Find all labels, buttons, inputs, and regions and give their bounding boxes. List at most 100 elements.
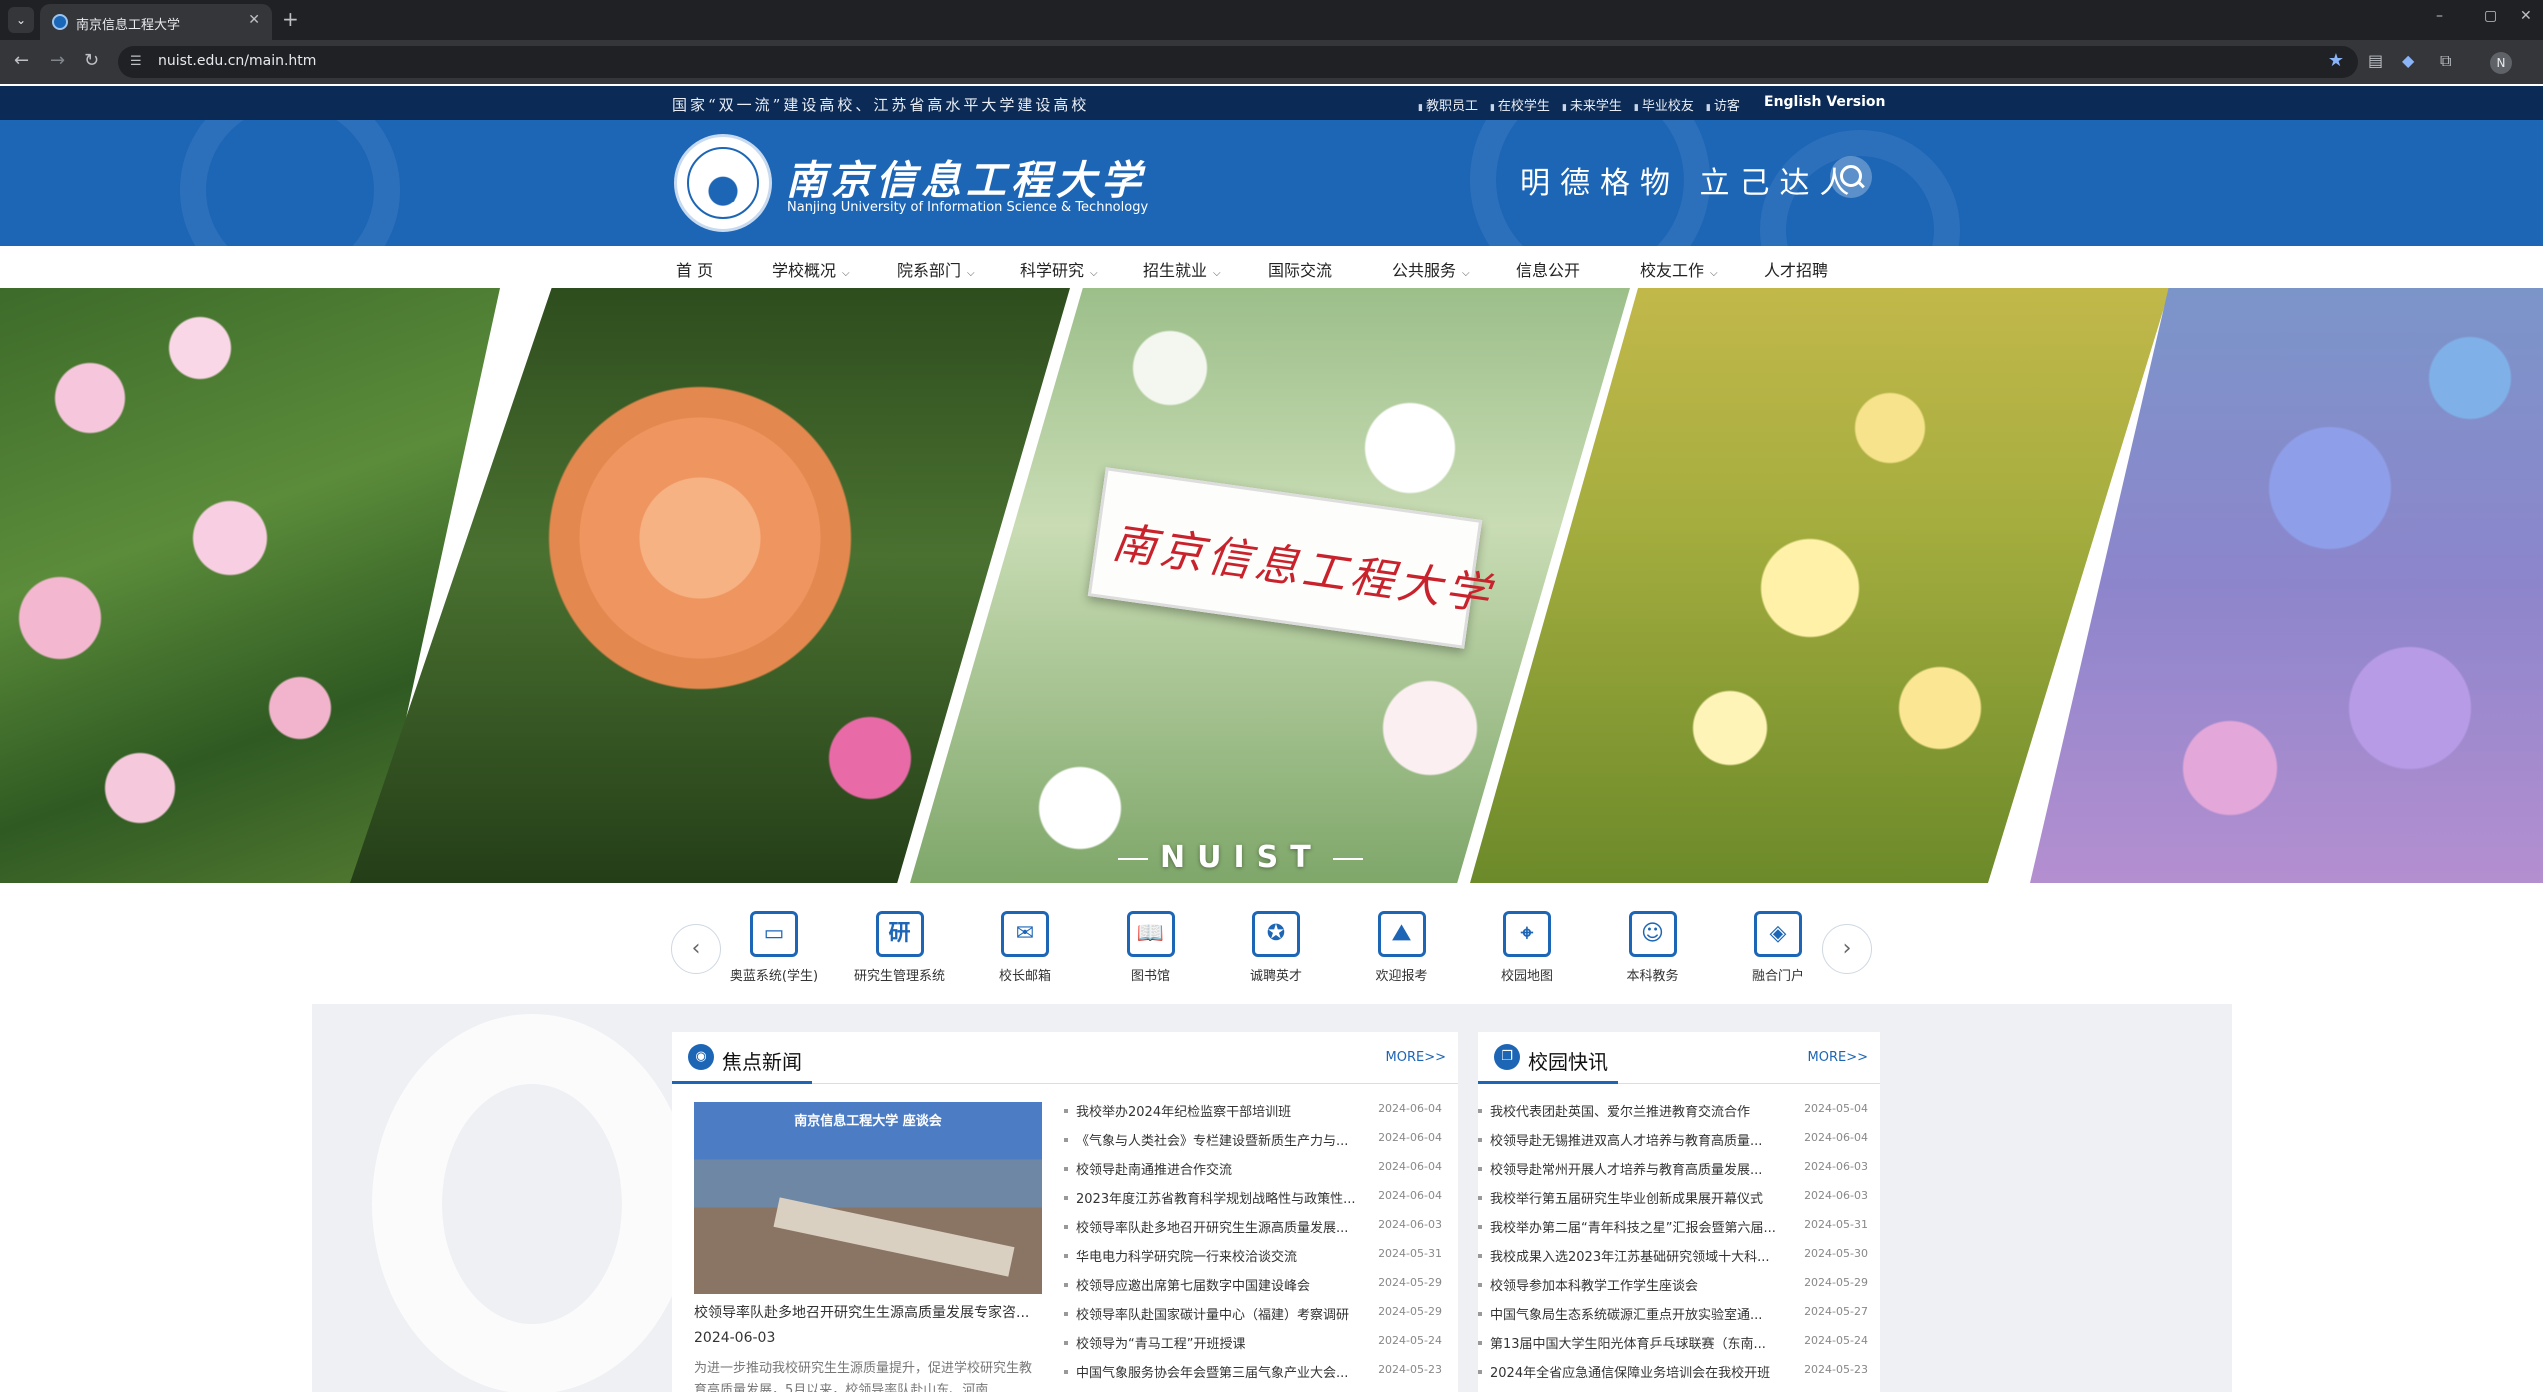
profile-avatar[interactable]: N (2490, 52, 2512, 74)
news-title[interactable]: 我校举行第五届研究生毕业创新成果展开幕仪式 (1490, 1188, 1798, 1207)
back-icon[interactable]: ← (14, 50, 29, 71)
new-tab-icon[interactable]: + (282, 8, 299, 30)
nav-item[interactable]: 科学研究 ⌵ (1020, 257, 1098, 281)
news-item[interactable]: 校领导应邀出席第七届数字中国建设峰会 2024-05-29 (1064, 1272, 1442, 1301)
news-item[interactable]: 中国气象局生态系统碳源汇重点开放实验室通... 2024-05-27 (1478, 1301, 1868, 1330)
news-item[interactable]: 我校举办2024年纪检监察干部培训班 2024-06-04 (1064, 1098, 1442, 1127)
service-link[interactable]: ⌖ 校园地图 (1464, 911, 1590, 984)
news-title[interactable]: 《气象与人类社会》专栏建设暨新质生产力与... (1076, 1130, 1376, 1149)
focus-news-more-link[interactable]: MORE>> (1386, 1050, 1446, 1065)
news-title[interactable]: 校领导率队赴国家碳计量中心（福建）考察调研 (1076, 1304, 1376, 1323)
news-title[interactable]: 我校举办2024年纪检监察干部培训班 (1076, 1101, 1376, 1120)
url-input[interactable]: ☰ nuist.edu.cn/main.htm ★ (118, 46, 2358, 78)
news-title[interactable]: 华电电力科学研究院一行来校洽谈交流 (1076, 1246, 1376, 1265)
audience-link-staff[interactable]: 教职员工 (1418, 95, 1478, 114)
reading-list-icon[interactable]: ▤ (2368, 51, 2383, 70)
news-title[interactable]: 校领导参加本科教学工作学生座谈会 (1490, 1275, 1798, 1294)
service-link[interactable]: 📖 图书馆 (1088, 911, 1214, 984)
news-date: 2024-05-24 (1804, 1334, 1868, 1347)
nav-item[interactable]: 院系部门 ⌵ (897, 257, 975, 281)
news-item[interactable]: 校领导率队赴多地召开研究生生源高质量发展... 2024-06-03 (1064, 1214, 1442, 1243)
nav-item[interactable]: 首 页 (676, 257, 713, 281)
close-tab-icon[interactable]: ✕ (248, 12, 260, 28)
nav-item[interactable]: 人才招聘 (1764, 257, 1828, 281)
news-title[interactable]: 校领导赴常州开展人才培养与教育高质量发展... (1490, 1159, 1798, 1178)
news-item[interactable]: 我校代表团赴英国、爱尔兰推进教育交流合作 2024-05-04 (1478, 1098, 1868, 1127)
bookmark-star-icon[interactable]: ★ (2328, 50, 2344, 71)
news-item[interactable]: 2023年度江苏省教育科学规划战略性与政策性... 2024-06-04 (1064, 1185, 1442, 1214)
news-title[interactable]: 校领导赴无锡推进双高人才培养与教育高质量... (1490, 1130, 1798, 1149)
news-title[interactable]: 我校代表团赴英国、爱尔兰推进教育交流合作 (1490, 1101, 1798, 1120)
news-item[interactable]: 校领导赴无锡推进双高人才培养与教育高质量... 2024-06-04 (1478, 1127, 1868, 1156)
maximize-icon[interactable]: ▢ (2484, 8, 2497, 24)
service-link[interactable]: ☺ 本科教务 (1590, 911, 1716, 984)
nav-item[interactable]: 校友工作 ⌵ (1640, 257, 1718, 281)
nav-item[interactable]: 信息公开 (1516, 257, 1580, 281)
service-label: 欢迎报考 (1375, 969, 1428, 984)
news-item[interactable]: 华电电力科学研究院一行来校洽谈交流 2024-05-31 (1064, 1243, 1442, 1272)
news-item[interactable]: 第13届中国大学生阳光体育乒乓球联赛（东南... 2024-05-24 (1478, 1330, 1868, 1359)
news-title[interactable]: 中国气象服务协会年会暨第三届气象产业大会... (1076, 1362, 1376, 1381)
extensions-puzzle-icon[interactable]: ⧉ (2440, 51, 2451, 71)
feature-news-date: 2024-06-03 (694, 1330, 776, 1346)
service-link[interactable]: ◈ 融合门户 (1715, 911, 1841, 984)
news-title[interactable]: 2023年度江苏省教育科学规划战略性与政策性... (1076, 1188, 1376, 1207)
news-title[interactable]: 我校成果入选2023年江苏基础研究领域十大科... (1490, 1246, 1798, 1265)
seal-emblem: 1960 (687, 147, 759, 219)
news-item[interactable]: 我校举行第五届研究生毕业创新成果展开幕仪式 2024-06-03 (1478, 1185, 1868, 1214)
audience-link-students[interactable]: 在校学生 (1490, 95, 1550, 114)
url-text: nuist.edu.cn/main.htm (158, 53, 317, 69)
site-info-icon[interactable]: ☰ (130, 54, 142, 69)
close-window-icon[interactable]: ✕ (2520, 8, 2532, 24)
news-item[interactable]: 2024年全省应急通信保障业务培训会在我校开班 2024-05-23 (1478, 1359, 1868, 1388)
reload-icon[interactable]: ↻ (84, 50, 99, 71)
audience-link-visitors[interactable]: 访客 (1706, 95, 1740, 114)
news-date: 2024-06-04 (1378, 1102, 1442, 1115)
forward-icon[interactable]: → (50, 50, 65, 71)
news-title[interactable]: 中国气象局生态系统碳源汇重点开放实验室通... (1490, 1304, 1798, 1323)
minimize-icon[interactable]: – (2436, 8, 2443, 24)
news-title[interactable]: 第13届中国大学生阳光体育乒乓球联赛（东南... (1490, 1333, 1798, 1352)
service-link[interactable]: ✪ 诚聘英才 (1213, 911, 1339, 984)
news-item[interactable]: 《气象与人类社会》专栏建设暨新质生产力与... 2024-06-04 (1064, 1127, 1442, 1156)
service-link[interactable]: ⛰ 欢迎报考 (1339, 911, 1465, 984)
news-item[interactable]: 校领导为“青马工程”开班授课 2024-05-24 (1064, 1330, 1442, 1359)
news-title[interactable]: 校领导为“青马工程”开班授课 (1076, 1333, 1376, 1352)
nav-item[interactable]: 招生就业 ⌵ (1143, 257, 1221, 281)
extension-icon[interactable]: ◆ (2402, 51, 2414, 70)
nav-item[interactable]: 公共服务 ⌵ (1392, 257, 1470, 281)
feature-news-photo[interactable]: 南京信息工程大学 座谈会 (694, 1102, 1042, 1294)
news-title[interactable]: 校领导赴南通推进合作交流 (1076, 1159, 1376, 1178)
service-label: 校长邮箱 (998, 969, 1051, 984)
nav-item[interactable]: 国际交流 (1268, 257, 1332, 281)
news-item[interactable]: 校领导率队赴国家碳计量中心（福建）考察调研 2024-05-29 (1064, 1301, 1442, 1330)
news-item[interactable]: 中国气象服务协会年会暨第三届气象产业大会... 2024-05-23 (1064, 1359, 1442, 1388)
service-link[interactable]: ▭ 奥蓝系统(学生) (711, 911, 837, 984)
news-item[interactable]: 校领导赴常州开展人才培养与教育高质量发展... 2024-06-03 (1478, 1156, 1868, 1185)
news-title[interactable]: 我校举办第二届“青年科技之星”汇报会暨第六届... (1490, 1217, 1798, 1236)
news-title[interactable]: 校领导应邀出席第七届数字中国建设峰会 (1076, 1275, 1376, 1294)
nav-item[interactable]: 学校概况 ⌵ (772, 257, 850, 281)
news-date: 2024-05-29 (1378, 1276, 1442, 1289)
news-date: 2024-05-27 (1804, 1305, 1868, 1318)
feature-news-title[interactable]: 校领导率队赴多地召开研究生生源高质量发展专家咨... (694, 1302, 1042, 1322)
news-item[interactable]: 我校成果入选2023年江苏基础研究领域十大科... 2024-05-30 (1478, 1243, 1868, 1272)
audience-link-alumni[interactable]: 毕业校友 (1634, 95, 1694, 114)
news-item[interactable]: 校领导赴南通推进合作交流 2024-06-04 (1064, 1156, 1442, 1185)
map-book-icon: ⛰ (1377, 911, 1426, 957)
news-item[interactable]: 校领导参加本科教学工作学生座谈会 2024-05-29 (1478, 1272, 1868, 1301)
university-seal-logo[interactable]: 1960 (674, 134, 772, 232)
university-name-cn[interactable]: 南京信息工程大学 (786, 148, 1146, 206)
site-search-button[interactable] (1830, 156, 1872, 198)
news-title[interactable]: 校领导率队赴多地召开研究生生源高质量发展... (1076, 1217, 1376, 1236)
campus-news-more-link[interactable]: MORE>> (1808, 1050, 1868, 1065)
tab-search-icon[interactable]: ⌄ (8, 7, 34, 33)
english-version-link[interactable]: English Version (1764, 94, 1886, 110)
audience-link-prospective[interactable]: 未来学生 (1562, 95, 1622, 114)
service-link[interactable]: ✉ 校长邮箱 (962, 911, 1088, 984)
news-item[interactable]: 我校举办第二届“青年科技之星”汇报会暨第六届... 2024-05-31 (1478, 1214, 1868, 1243)
browser-tab[interactable]: 南京信息工程大学 ✕ (40, 4, 272, 40)
service-link[interactable]: 研研究生管理系统 (837, 911, 963, 984)
hero-banner[interactable]: 南京信息工程大学 NUIST (0, 288, 2543, 883)
news-title[interactable]: 2024年全省应急通信保障业务培训会在我校开班 (1490, 1362, 1798, 1381)
